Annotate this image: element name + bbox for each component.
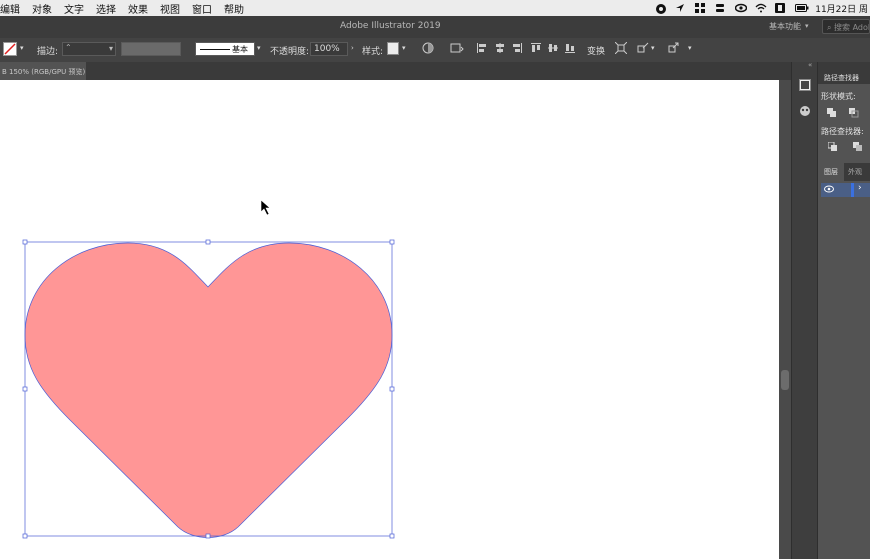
shape-builder-icon[interactable] (637, 42, 649, 54)
align-bottom-icon[interactable] (564, 42, 576, 54)
pathfinder-header: 路径查找器 (818, 62, 870, 84)
input-method-icon[interactable] (775, 3, 787, 13)
fill-swatch[interactable] (3, 42, 17, 56)
tab-appearance[interactable]: 外观 (848, 167, 862, 177)
grid-app-icon[interactable] (695, 3, 707, 13)
record-icon[interactable] (655, 3, 667, 14)
transform-button[interactable]: 变换 (587, 44, 605, 57)
control-bar: ▾ 描边: ⌃ ▾ 基本 ▾ 不透明度: 100% › 样式: ▾ 变换 ▾ ▾ (0, 38, 870, 62)
layer-color-bar (851, 183, 854, 197)
menu-select[interactable]: 选择 (96, 1, 122, 16)
align-to-icon[interactable] (450, 42, 464, 54)
handle-bottom-right (389, 533, 395, 539)
divide-icon[interactable] (828, 142, 838, 152)
opacity-field[interactable]: 100% (310, 42, 348, 56)
mouse-cursor-icon (260, 199, 271, 216)
chevron-down-icon[interactable]: ▾ (651, 44, 655, 52)
menu-window[interactable]: 窗口 (192, 1, 218, 16)
layer-row[interactable]: › (821, 183, 870, 197)
color-panel-icon[interactable] (799, 79, 811, 91)
heart-shape[interactable] (24, 242, 393, 538)
chevron-right-icon[interactable]: › (351, 44, 354, 52)
recolor-icon[interactable] (422, 42, 434, 54)
align-right-icon[interactable] (511, 42, 523, 54)
graphic-style-swatch[interactable] (387, 42, 399, 55)
handle-bottom-middle (205, 533, 211, 539)
chevron-down-icon[interactable]: ▾ (805, 22, 809, 30)
status-icons: 11月22日 周 (655, 0, 870, 16)
right-panel: 路径查找器 形状模式: 路径查找器: 图层 外观 › (817, 62, 870, 559)
artboard-canvas[interactable] (0, 80, 779, 559)
minus-front-icon[interactable] (849, 108, 859, 118)
align-center-icon[interactable] (494, 42, 506, 54)
appearance-panel-icon[interactable] (799, 105, 811, 117)
tab-layers[interactable]: 图层 (818, 163, 844, 181)
handle-middle-left (22, 386, 28, 392)
handle-top-right (389, 239, 395, 245)
shape-modes-label: 形状模式: (821, 92, 856, 101)
workspace-switcher[interactable]: 基本功能 (769, 21, 801, 32)
chevron-down-icon[interactable]: ▾ (688, 44, 692, 52)
chevron-right-icon[interactable]: › (858, 183, 862, 193)
wifi-icon[interactable] (755, 3, 767, 13)
menu-effect[interactable]: 效果 (128, 1, 154, 16)
unite-icon[interactable] (827, 108, 837, 118)
isolate-icon[interactable] (615, 42, 627, 54)
search-placeholder: 搜索 Adob (834, 23, 870, 32)
chevron-down-icon[interactable]: ▾ (20, 44, 24, 52)
handle-top-left (22, 239, 28, 245)
panel-icon-strip: « (791, 61, 817, 559)
collapse-arrows-icon[interactable]: « (808, 61, 812, 69)
menu-edit[interactable]: 编辑 (0, 1, 26, 16)
stroke-line (200, 49, 230, 50)
location-arrow-icon[interactable] (675, 3, 687, 13)
window-title: Adobe Illustrator 2019 (340, 21, 441, 31)
brush-definition[interactable]: 基本 (195, 42, 255, 56)
document-tab-bar: B 150% (RGB/GPU 预览) (0, 62, 870, 80)
handle-top-middle (205, 239, 211, 245)
artwork (22, 199, 395, 539)
stroke-weight-stepper[interactable]: ⌃ ▾ (62, 42, 116, 56)
stroke-label: 描边: (37, 47, 59, 57)
clock[interactable]: 11月22日 周 (815, 2, 868, 15)
scrollbar-thumb[interactable] (781, 370, 789, 390)
align-middle-icon[interactable] (547, 42, 559, 54)
title-bar: Adobe Illustrator 2019 基本功能 ▾ ⌕ 搜索 Adob (0, 16, 870, 38)
menu-type[interactable]: 文字 (64, 1, 90, 16)
search-icon: ⌕ (827, 23, 835, 32)
menu-bar: 编辑 对象 文字 选择 效果 视图 窗口 帮助 11月22日 周 (0, 0, 870, 16)
visibility-eye-icon[interactable] (824, 185, 834, 193)
trim-icon[interactable] (853, 142, 863, 152)
chevron-down-icon[interactable]: ▾ (257, 44, 261, 52)
chevron-down-icon[interactable]: ▾ (402, 44, 406, 52)
eye-app-icon[interactable] (735, 3, 748, 13)
style-label: 样式: (362, 47, 384, 57)
tab-pathfinder[interactable]: 路径查找器 (824, 73, 859, 83)
vertical-scrollbar[interactable] (779, 80, 791, 559)
arrange-icon[interactable] (667, 42, 679, 54)
search-input[interactable]: ⌕ 搜索 Adob (822, 19, 870, 34)
opacity-label: 不透明度: (270, 47, 310, 57)
variable-width-profile[interactable] (121, 42, 181, 56)
document-tab[interactable]: B 150% (RGB/GPU 预览) (0, 62, 86, 80)
align-left-icon[interactable] (476, 42, 488, 54)
align-top-icon[interactable] (530, 42, 542, 54)
layers-header: 图层 外观 (818, 163, 870, 181)
stroke-style-label: 基本 (232, 45, 248, 54)
pathfinders-label: 路径查找器: (821, 127, 864, 136)
handle-bottom-left (22, 533, 28, 539)
menu-view[interactable]: 视图 (160, 1, 186, 16)
handle-middle-right (389, 386, 395, 392)
control-strip-icon[interactable] (715, 3, 727, 13)
menu-object[interactable]: 对象 (32, 1, 58, 16)
menu-help[interactable]: 帮助 (224, 1, 250, 16)
battery-icon[interactable] (795, 3, 809, 13)
